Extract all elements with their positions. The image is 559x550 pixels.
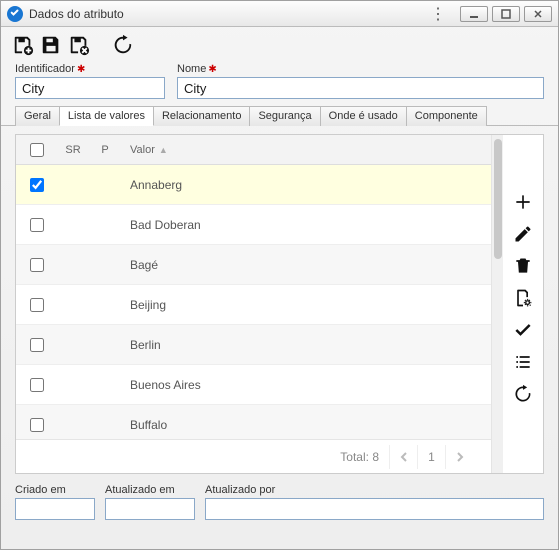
row-checkbox[interactable]: [30, 258, 44, 272]
identificador-label: Identificador ✱: [15, 63, 165, 75]
maximize-button[interactable]: [492, 6, 520, 22]
row-check-cell: [16, 375, 56, 395]
row-checkbox[interactable]: [30, 298, 44, 312]
pager: 1: [389, 445, 473, 469]
page-number[interactable]: 1: [417, 445, 445, 469]
refresh-button[interactable]: [111, 33, 135, 57]
nome-label-text: Nome: [177, 63, 206, 75]
toolbar: [1, 27, 558, 61]
row-check-cell: [16, 415, 56, 435]
atualizado-em-input[interactable]: [105, 498, 195, 520]
row-valor: Bagé: [120, 258, 491, 272]
atualizado-por-label: Atualizado por: [205, 484, 544, 496]
nome-label: Nome ✱: [177, 63, 544, 75]
more-menu-icon[interactable]: ⋮: [422, 4, 454, 24]
criado-em-input[interactable]: [15, 498, 95, 520]
titlebar: Dados do atributo ⋮: [1, 1, 558, 27]
list-button[interactable]: [512, 351, 534, 373]
vertical-scrollbar[interactable]: [491, 135, 503, 473]
col-valor-label: Valor: [130, 144, 155, 156]
atualizado-em-label: Atualizado em: [105, 484, 195, 496]
row-check-cell: [16, 215, 56, 235]
tabstrip: Geral Lista de valores Relacionamento Se…: [1, 105, 558, 126]
table-row[interactable]: Berlin: [16, 325, 491, 365]
row-valor: Berlin: [120, 338, 491, 352]
scroll-thumb[interactable]: [494, 139, 502, 259]
save-add-button[interactable]: [11, 33, 35, 57]
add-button[interactable]: [512, 191, 534, 213]
header-form: Identificador ✱ Nome ✱: [1, 61, 558, 105]
page-prev-button[interactable]: [389, 445, 417, 469]
col-valor[interactable]: Valor ▲: [120, 144, 491, 156]
atualizado-em-field: Atualizado em: [105, 484, 195, 520]
col-sr[interactable]: SR: [56, 144, 90, 156]
row-valor: Beijing: [120, 298, 491, 312]
audit-footer: Criado em Atualizado em Atualizado por: [1, 480, 558, 530]
window-buttons: [460, 6, 552, 22]
tab-componente[interactable]: Componente: [406, 106, 487, 126]
grid-body: Annaberg Bad Doberan Bagé Beijing Berlin Buen…: [16, 165, 491, 439]
row-check-cell: [16, 295, 56, 315]
total-label: Total: 8: [340, 450, 379, 464]
nome-field: Nome ✱: [177, 63, 544, 99]
values-grid: SR P Valor ▲ Annaberg Bad Doberan Bagé Beij…: [16, 135, 491, 473]
table-row[interactable]: Bagé: [16, 245, 491, 285]
row-valor: Buffalo: [120, 418, 491, 432]
reload-button[interactable]: [512, 383, 534, 405]
apply-button[interactable]: [512, 319, 534, 341]
table-row[interactable]: Buenos Aires: [16, 365, 491, 405]
save-button[interactable]: [39, 33, 63, 57]
identificador-field: Identificador ✱: [15, 63, 165, 99]
criado-em-label: Criado em: [15, 484, 95, 496]
table-row[interactable]: Annaberg: [16, 165, 491, 205]
required-icon: ✱: [77, 64, 85, 75]
identificador-label-text: Identificador: [15, 63, 75, 75]
atualizado-por-field: Atualizado por: [205, 484, 544, 520]
side-action-bar: [503, 135, 543, 473]
tab-seguranca[interactable]: Segurança: [249, 106, 320, 126]
row-checkbox[interactable]: [30, 178, 44, 192]
close-button[interactable]: [524, 6, 552, 22]
row-valor: Annaberg: [120, 178, 491, 192]
row-valor: Bad Doberan: [120, 218, 491, 232]
identificador-input[interactable]: [15, 77, 165, 99]
row-check-cell: [16, 175, 56, 195]
nome-input[interactable]: [177, 77, 544, 99]
criado-em-field: Criado em: [15, 484, 95, 520]
table-row[interactable]: Bad Doberan: [16, 205, 491, 245]
grid-header: SR P Valor ▲: [16, 135, 491, 165]
row-checkbox[interactable]: [30, 218, 44, 232]
tab-geral[interactable]: Geral: [15, 106, 60, 126]
page-next-button[interactable]: [445, 445, 473, 469]
sort-asc-icon: ▲: [159, 145, 168, 155]
atualizado-por-input[interactable]: [205, 498, 544, 520]
tab-lista-de-valores[interactable]: Lista de valores: [59, 106, 154, 126]
app-icon: [7, 6, 23, 22]
delete-button[interactable]: [512, 255, 534, 277]
row-checkbox[interactable]: [30, 418, 44, 432]
tab-relacionamento[interactable]: Relacionamento: [153, 106, 251, 126]
table-row[interactable]: Buffalo: [16, 405, 491, 439]
page-settings-button[interactable]: [512, 287, 534, 309]
row-checkbox[interactable]: [30, 378, 44, 392]
row-check-cell: [16, 335, 56, 355]
row-check-cell: [16, 255, 56, 275]
select-all-cell: [16, 140, 56, 160]
save-delete-button[interactable]: [67, 33, 91, 57]
col-p[interactable]: P: [90, 144, 120, 156]
grid-footer: Total: 8 1: [16, 439, 491, 473]
required-icon: ✱: [208, 64, 216, 75]
values-panel: SR P Valor ▲ Annaberg Bad Doberan Bagé Beij…: [15, 134, 544, 474]
edit-button[interactable]: [512, 223, 534, 245]
tab-onde-e-usado[interactable]: Onde é usado: [320, 106, 407, 126]
select-all-checkbox[interactable]: [30, 143, 44, 157]
dialog-window: Dados do atributo ⋮: [0, 0, 559, 550]
row-valor: Buenos Aires: [120, 378, 491, 392]
window-title: Dados do atributo: [29, 7, 422, 21]
table-row[interactable]: Beijing: [16, 285, 491, 325]
minimize-button[interactable]: [460, 6, 488, 22]
row-checkbox[interactable]: [30, 338, 44, 352]
